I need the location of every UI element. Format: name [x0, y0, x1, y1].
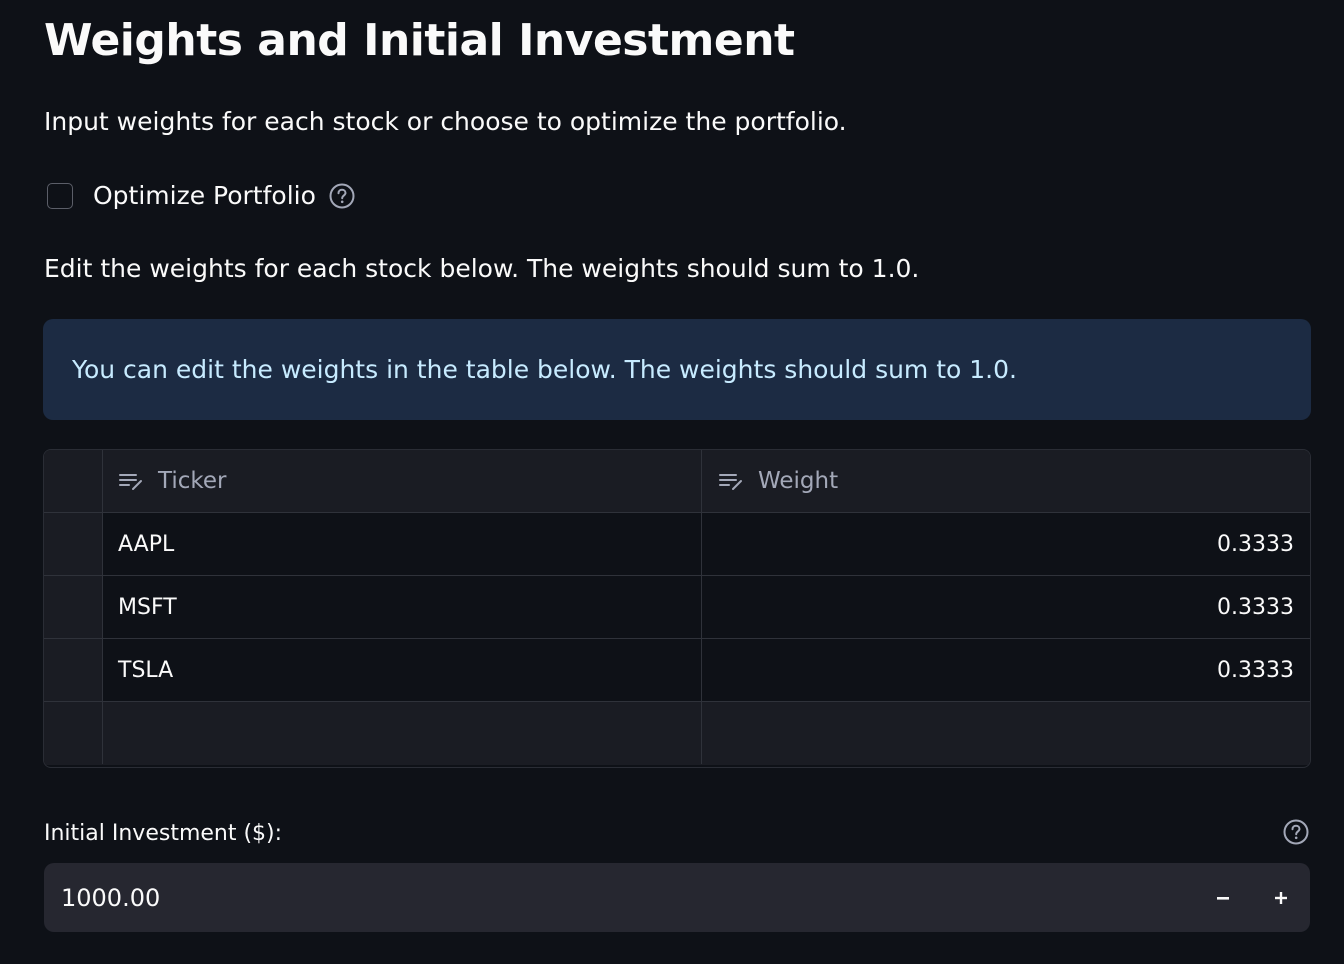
weight-cell[interactable]: 0.3333: [702, 513, 1310, 575]
column-header-ticker-label: Ticker: [158, 468, 227, 494]
weights-data-editor[interactable]: Ticker Weight AAPL 0.3333 MSFT 0.3333 TS…: [43, 449, 1311, 768]
increment-button[interactable]: [1252, 863, 1310, 932]
weight-cell[interactable]: 0.3333: [702, 639, 1310, 701]
decrement-button[interactable]: [1194, 863, 1252, 932]
question-circle-icon[interactable]: [328, 182, 356, 210]
page: Weights and Initial Investment Input wei…: [0, 0, 1344, 964]
table-row[interactable]: MSFT 0.3333: [44, 576, 1310, 639]
optimize-portfolio-checkbox[interactable]: [47, 183, 73, 209]
ticker-cell[interactable]: TSLA: [103, 639, 702, 701]
row-index-cell[interactable]: [44, 702, 103, 764]
new-weight-cell[interactable]: [702, 702, 1310, 764]
ticker-cell[interactable]: AAPL: [103, 513, 702, 575]
initial-investment-field[interactable]: [44, 863, 1310, 934]
plus-icon: [1275, 891, 1287, 904]
ticker-cell[interactable]: MSFT: [103, 576, 702, 638]
row-index-cell[interactable]: [44, 639, 103, 701]
info-alert: You can edit the weights in the table be…: [43, 319, 1311, 420]
new-ticker-cell[interactable]: [103, 702, 702, 764]
column-header-weight[interactable]: Weight: [702, 450, 1310, 512]
initial-investment-label: Initial Investment ($):: [44, 821, 283, 846]
info-alert-text: You can edit the weights in the table be…: [72, 355, 1017, 384]
row-index-header: [44, 450, 103, 512]
add-row[interactable]: [44, 702, 1310, 765]
optimize-portfolio-row[interactable]: Optimize Portfolio: [47, 178, 356, 214]
text-edit-icon: [118, 469, 146, 493]
row-index-cell[interactable]: [44, 513, 103, 575]
weight-cell[interactable]: 0.3333: [702, 576, 1310, 638]
optimize-portfolio-label[interactable]: Optimize Portfolio: [93, 178, 316, 214]
minus-icon: [1217, 896, 1229, 900]
initial-investment-input[interactable]: [59, 863, 1163, 934]
table-header-row: Ticker Weight: [44, 450, 1310, 513]
row-index-cell[interactable]: [44, 576, 103, 638]
table-row[interactable]: TSLA 0.3333: [44, 639, 1310, 702]
question-circle-icon[interactable]: [1282, 818, 1310, 846]
page-subtitle: Input weights for each stock or choose t…: [44, 107, 847, 136]
column-header-weight-label: Weight: [758, 468, 839, 494]
table-row[interactable]: AAPL 0.3333: [44, 513, 1310, 576]
column-header-ticker[interactable]: Ticker: [103, 450, 702, 512]
page-title: Weights and Initial Investment: [44, 15, 795, 66]
text-edit-icon: [718, 469, 746, 493]
edit-instructions: Edit the weights for each stock below. T…: [44, 254, 920, 283]
